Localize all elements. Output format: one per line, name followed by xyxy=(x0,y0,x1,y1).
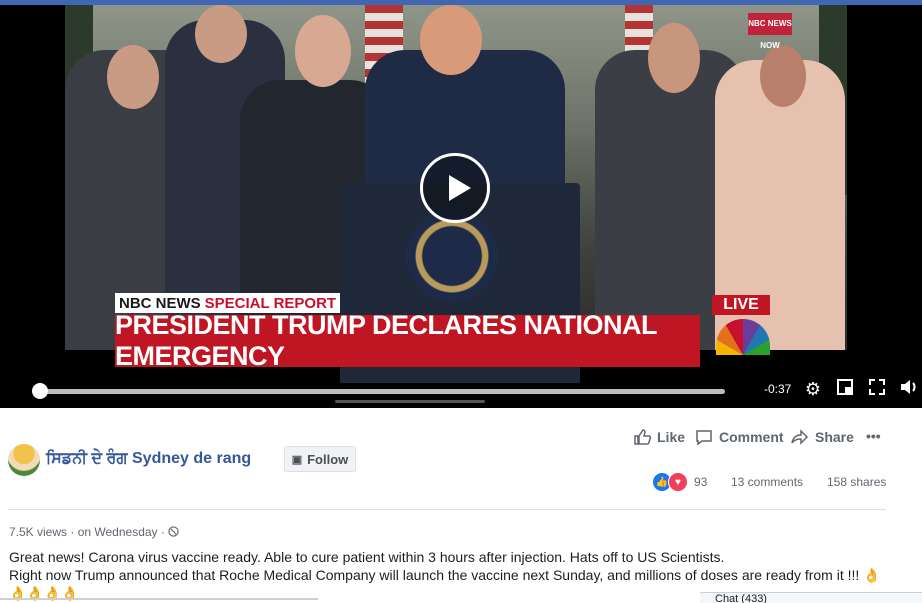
shares-count-link[interactable]: 158 shares xyxy=(827,475,886,489)
like-label: Like xyxy=(657,429,686,445)
video-player[interactable]: NBC NEWS NOW NBC NEWS SPECIAL REPORT PRE… xyxy=(0,5,922,408)
caption-line: Great news! Carona virus vaccine ready. … xyxy=(9,549,725,565)
meta-separator: · xyxy=(160,525,165,539)
caption-line: Right now Trump announced that Roche Med… xyxy=(9,567,881,583)
news-headline: PRESIDENT TRUMP DECLARES NATIONAL EMERGE… xyxy=(115,310,700,371)
meta-separator: · xyxy=(70,525,75,539)
chat-bar[interactable]: Chat (433) xyxy=(700,592,922,603)
share-label: Share xyxy=(815,429,854,445)
divider xyxy=(8,509,886,510)
like-button[interactable]: Like xyxy=(633,428,685,446)
live-badge: LIVE xyxy=(712,295,770,315)
settings-icon[interactable]: ⚙ xyxy=(802,378,824,400)
person-head xyxy=(420,5,482,75)
special-report-label: SPECIAL REPORT xyxy=(204,294,337,312)
page-name-link[interactable]: ਸਿਡਨੀ ਦੇ ਰੰਗ Sydney de rang xyxy=(46,450,251,468)
fullscreen-icon[interactable] xyxy=(866,378,888,400)
comment-label: Comment xyxy=(719,429,784,445)
share-button[interactable]: Share xyxy=(791,428,854,446)
time-remaining: -0:37 xyxy=(764,382,792,396)
globe-icon xyxy=(168,525,179,539)
follow-icon: ▣ xyxy=(291,453,303,466)
divider xyxy=(0,598,318,600)
nbc-news-brand: NBC NEWS xyxy=(119,294,201,312)
follow-button[interactable]: ▣ Follow xyxy=(284,446,356,472)
volume-icon[interactable] xyxy=(898,378,920,400)
person-head xyxy=(648,23,700,93)
follow-label: Follow xyxy=(307,451,349,467)
comments-count-link[interactable]: 13 comments xyxy=(731,475,803,489)
progress-track[interactable] xyxy=(40,389,725,394)
share-icon xyxy=(791,429,809,445)
video-scroll-indicator xyxy=(335,400,485,403)
person-head xyxy=(295,15,351,87)
love-reaction-icon: ♥ xyxy=(668,472,688,492)
presidential-seal xyxy=(406,210,498,302)
more-options-icon: ••• xyxy=(866,428,881,444)
post-timestamp[interactable]: on Wednesday xyxy=(78,525,158,539)
reaction-summary[interactable]: 👍 ♥ 93 xyxy=(652,472,707,492)
nbc-corner-logo: NBC NEWS NOW xyxy=(748,13,792,50)
miniplayer-icon[interactable] xyxy=(834,378,856,400)
more-options-button[interactable]: ••• xyxy=(866,428,881,444)
views-count: 7.5K views xyxy=(9,525,68,539)
post: ਸਿਡਨੀ ਦੇ ਰੰਗ Sydney de rang ▣ Follow Lik… xyxy=(0,408,922,603)
comment-icon xyxy=(696,430,712,446)
progress-handle[interactable] xyxy=(32,383,48,399)
reaction-count: 93 xyxy=(694,475,708,489)
like-icon xyxy=(634,429,651,445)
comment-button[interactable]: Comment xyxy=(695,428,784,446)
person-head xyxy=(195,5,247,63)
page-avatar[interactable] xyxy=(8,444,40,476)
post-meta: 7.5K views · on Wednesday · xyxy=(9,525,179,539)
play-icon[interactable] xyxy=(420,153,490,223)
person-head xyxy=(107,45,159,109)
